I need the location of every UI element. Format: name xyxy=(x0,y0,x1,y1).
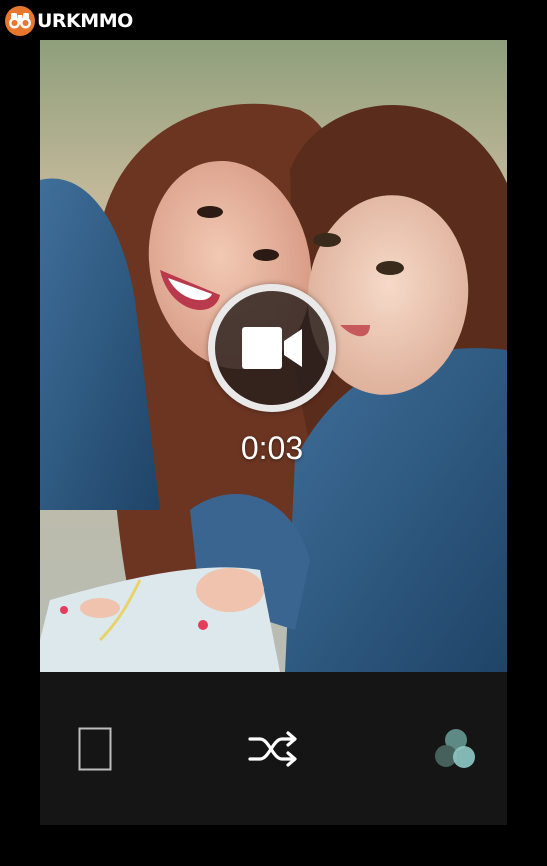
filter-button[interactable] xyxy=(420,672,492,825)
watermark-logo: URKMMO xyxy=(4,4,133,38)
binoculars-icon xyxy=(5,6,35,36)
filter-icon xyxy=(435,728,475,768)
shuffle-icon xyxy=(248,730,297,767)
watermark-text: URKMMO xyxy=(37,10,133,32)
frame-button[interactable] xyxy=(60,672,130,825)
recording-timer: 0:03 xyxy=(240,430,304,466)
frame-icon xyxy=(78,727,112,770)
camera-control-bar xyxy=(40,672,507,825)
record-button[interactable] xyxy=(208,284,336,412)
app-page: URKMMO 0:03 xyxy=(0,0,547,866)
video-camera-icon xyxy=(242,327,302,369)
camera-screen: 0:03 xyxy=(40,40,507,825)
camera-preview[interactable]: 0:03 xyxy=(40,40,507,672)
shuffle-button[interactable] xyxy=(238,672,310,825)
